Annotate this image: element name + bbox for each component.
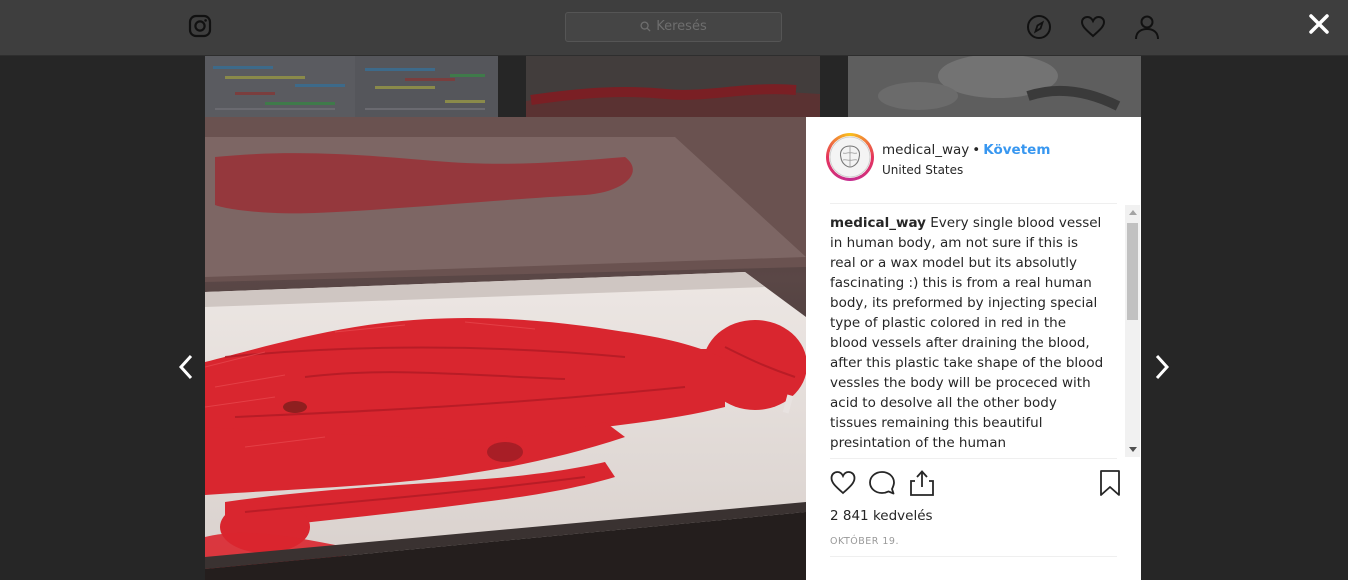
likes-number: 2 841 — [830, 508, 869, 524]
post-username[interactable]: medical_way — [882, 142, 969, 158]
scroll-up-arrow-icon[interactable] — [1129, 210, 1137, 215]
divider — [830, 556, 1117, 557]
previous-post-arrow[interactable] — [176, 352, 196, 382]
avatar[interactable] — [826, 133, 874, 181]
search-placeholder: Keresés — [656, 19, 707, 34]
post-author-line: medical_way • Követem — [882, 142, 1050, 158]
grid-thumbnail-sleeping[interactable] — [848, 56, 1141, 117]
search-icon — [640, 21, 651, 32]
comment-icon[interactable] — [869, 469, 895, 497]
post-location[interactable]: United States — [882, 163, 963, 177]
likes-count[interactable]: 2 841 kedvelés — [830, 508, 933, 524]
likes-label: kedvelés — [872, 508, 933, 524]
close-icon[interactable] — [1305, 10, 1333, 38]
heart-icon[interactable] — [1080, 14, 1106, 40]
grid-thumbnail-notes[interactable] — [205, 56, 498, 117]
like-heart-icon[interactable] — [830, 469, 856, 497]
bookmark-icon[interactable] — [1097, 469, 1123, 497]
instagram-icon[interactable] — [188, 14, 212, 38]
post-header: medical_way • Követem United States — [826, 133, 1117, 203]
search-input[interactable]: Keresés — [565, 12, 782, 42]
top-nav-bar: Keresés — [0, 0, 1348, 56]
next-post-arrow[interactable] — [1152, 352, 1172, 382]
grid-thumbnail-vessels[interactable] — [526, 56, 820, 117]
share-icon[interactable] — [909, 469, 935, 497]
scroll-thumb[interactable] — [1127, 223, 1138, 320]
divider — [830, 203, 1117, 204]
follow-button[interactable]: Követem — [983, 142, 1050, 158]
post-actions — [830, 469, 1120, 499]
post-detail-panel: medical_way • Követem United States medica… — [806, 117, 1141, 580]
profile-icon[interactable] — [1134, 14, 1160, 40]
divider — [830, 458, 1117, 459]
caption-scrollbar[interactable] — [1125, 205, 1140, 457]
post-photo[interactable] — [205, 117, 806, 580]
post-caption: medical_way Every single blood vessel in… — [830, 213, 1105, 456]
scroll-down-arrow-icon[interactable] — [1129, 447, 1137, 452]
caption-username[interactable]: medical_way — [830, 215, 926, 231]
post-date[interactable]: OKTÓBER 19. — [830, 536, 899, 547]
brain-logo-icon — [829, 136, 871, 178]
separator-dot: • — [972, 142, 981, 158]
compass-icon[interactable] — [1026, 14, 1052, 40]
caption-text: Every single blood vessel in human body,… — [830, 215, 1104, 456]
